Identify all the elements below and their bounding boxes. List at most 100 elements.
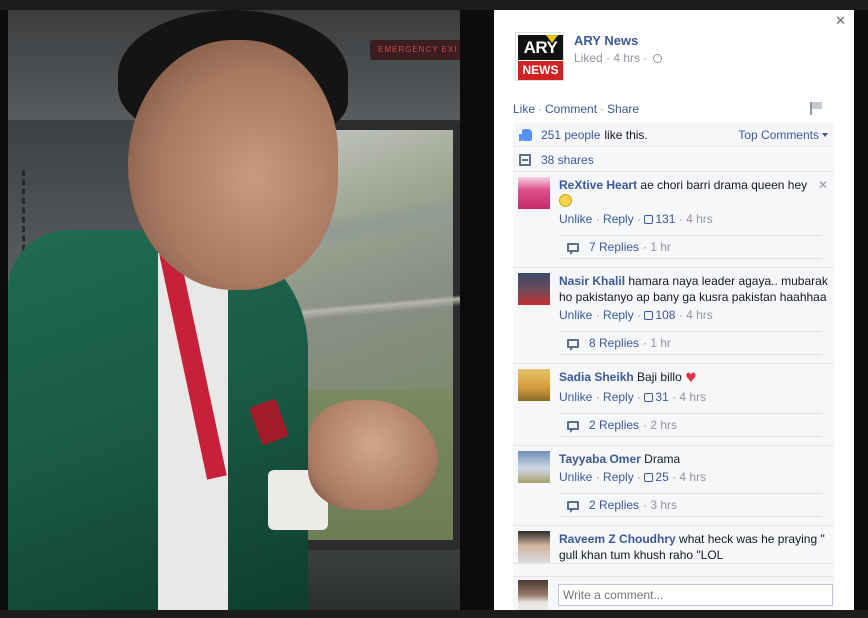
reply-link[interactable]: Reply xyxy=(603,470,634,484)
unlike-link[interactable]: Unlike xyxy=(559,308,592,322)
post-photo[interactable]: EMERGENCY EXI xyxy=(8,10,460,610)
likes-rest-text: like this. xyxy=(604,127,648,142)
avatar[interactable] xyxy=(518,451,550,483)
comment-author[interactable]: Tayyaba Omer xyxy=(559,452,641,466)
replies-time: · 1 hr xyxy=(643,240,672,254)
photo-road xyxy=(283,280,460,340)
smiley-emoji-icon xyxy=(559,194,572,207)
replies-time: · 2 hrs xyxy=(643,418,678,432)
comment-body: Raveem Z Choudhry what heck was he prayi… xyxy=(559,531,828,563)
replies-bar[interactable]: 8 Replies · 1 hr xyxy=(559,331,822,355)
globe-icon[interactable] xyxy=(652,54,662,63)
close-icon[interactable]: ✕ xyxy=(835,14,846,29)
avatar[interactable] xyxy=(518,531,550,563)
unlike-link[interactable]: Unlike xyxy=(559,470,592,484)
replies-time-value: 3 hrs xyxy=(650,498,678,512)
replies-link[interactable]: 7 Replies xyxy=(589,240,639,254)
share-icon xyxy=(519,153,531,166)
comments-list: ✕ ReXtive Heart ae chori barri drama que… xyxy=(513,172,834,578)
page-avatar-logo[interactable]: ARY NEWS xyxy=(515,32,564,81)
like-thumb-icon xyxy=(644,311,654,320)
post-meta: Liked · 4 hrs · xyxy=(574,51,662,65)
comment-time[interactable]: 4 hrs xyxy=(686,308,713,322)
comment-time[interactable]: 4 hrs xyxy=(679,470,706,484)
logo-chevron xyxy=(546,35,558,43)
comment-likes-link[interactable]: 25 xyxy=(644,470,669,484)
post-header: ARY NEWS ARY News Liked · 4 hrs · xyxy=(515,32,662,81)
comment-text: Baji billo xyxy=(637,370,682,384)
replies-bar[interactable]: 7 Replies · 1 hr xyxy=(559,235,822,259)
shares-summary: 38 shares xyxy=(513,148,834,172)
shares-count-link[interactable]: 38 shares xyxy=(541,153,594,167)
chevron-down-icon xyxy=(822,132,828,137)
reply-link[interactable]: Reply xyxy=(603,390,634,404)
header-text: ARY News Liked · 4 hrs · xyxy=(574,33,662,81)
comment-link[interactable]: Comment xyxy=(545,102,597,116)
replies-bar[interactable]: 2 Replies · 3 hrs xyxy=(559,493,822,517)
comment-author[interactable]: Sadia Sheikh xyxy=(559,370,634,384)
logo-news: NEWS xyxy=(518,61,563,80)
flag-icon[interactable] xyxy=(810,102,822,115)
like-link[interactable]: Like xyxy=(513,102,535,116)
replies-link[interactable]: 2 Replies xyxy=(589,498,639,512)
comment-input[interactable] xyxy=(558,584,833,606)
action-sep: · xyxy=(600,102,605,116)
replies-bar[interactable]: 2 Replies · 2 hrs xyxy=(559,413,822,437)
avatar[interactable] xyxy=(518,580,548,610)
replies-time: · 3 hrs xyxy=(643,498,678,512)
page-name-link[interactable]: ARY News xyxy=(574,33,662,48)
comment-body: Sadia Sheikh Baji billo ♥ Unlike · Reply… xyxy=(559,369,828,405)
comment-likes-link[interactable]: 31 xyxy=(644,390,669,404)
comment-body: ReXtive Heart ae chori barri drama queen… xyxy=(559,177,828,227)
remove-icon[interactable]: ✕ xyxy=(818,178,828,192)
photo-head xyxy=(128,40,338,290)
post-time[interactable]: 4 hrs xyxy=(613,51,640,65)
meta-sep-2: · xyxy=(643,51,651,65)
replies-time-value: 1 hr xyxy=(650,240,672,254)
comment-actions: Unlike · Reply · 31 · 4 hrs xyxy=(559,390,707,404)
unlike-link[interactable]: Unlike xyxy=(559,212,592,226)
comment-author[interactable]: ReXtive Heart xyxy=(559,178,637,192)
comment-time[interactable]: 4 hrs xyxy=(679,390,706,404)
reply-link[interactable]: Reply xyxy=(603,212,634,226)
reply-icon xyxy=(567,242,579,255)
comment-item: ✕ ReXtive Heart ae chori barri drama que… xyxy=(513,172,834,268)
comment-item: Nasir Khalil hamara naya leader agaya.. … xyxy=(513,268,834,364)
comment-composer xyxy=(513,576,834,610)
comment-author[interactable]: Raveem Z Choudhry xyxy=(559,532,676,546)
comment-likes-count: 25 xyxy=(655,470,669,484)
likes-count-link[interactable]: 251 people xyxy=(541,128,600,142)
liked-label[interactable]: Liked xyxy=(574,51,603,65)
replies-time-value: 1 hr xyxy=(650,336,672,350)
comment-author[interactable]: Nasir Khalil xyxy=(559,274,625,288)
avatar[interactable] xyxy=(518,273,550,305)
reply-link[interactable]: Reply xyxy=(603,308,634,322)
reply-icon xyxy=(567,500,579,513)
replies-link[interactable]: 8 Replies xyxy=(589,336,639,350)
comment-time[interactable]: 4 hrs xyxy=(686,212,713,226)
viewer-bottom-strip xyxy=(0,610,868,618)
comment-likes-link[interactable]: 108 xyxy=(644,308,675,322)
comment-item: Sadia Sheikh Baji billo ♥ Unlike · Reply… xyxy=(513,364,834,446)
comment-body: Nasir Khalil hamara naya leader agaya.. … xyxy=(559,273,828,323)
like-thumb-icon xyxy=(644,393,654,402)
unlike-link[interactable]: Unlike xyxy=(559,390,592,404)
likes-summary: 251 people like this. Top Comments xyxy=(513,123,834,147)
post-side-panel: ✕ ARY NEWS ARY News Liked · 4 hrs · Like… xyxy=(494,10,854,610)
reply-icon xyxy=(567,338,579,351)
comment-actions: Unlike · Reply · 131 · 4 hrs xyxy=(559,212,713,226)
avatar[interactable] xyxy=(518,177,550,209)
comment-likes-link[interactable]: 131 xyxy=(644,212,675,226)
replies-time-value: 2 hrs xyxy=(650,418,678,432)
share-link[interactable]: Share xyxy=(607,102,639,116)
replies-link[interactable]: 2 Replies xyxy=(589,418,639,432)
viewer-top-strip xyxy=(0,0,868,10)
comment-text: Drama xyxy=(644,452,681,466)
comment-actions: Unlike · Reply · 108 · 4 hrs xyxy=(559,308,713,322)
avatar[interactable] xyxy=(518,369,550,401)
action-sep: · xyxy=(538,102,543,116)
top-comments-dropdown[interactable]: Top Comments xyxy=(738,128,828,142)
